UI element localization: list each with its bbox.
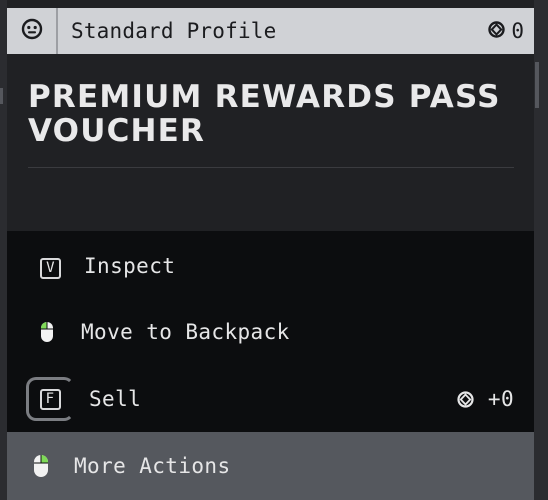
scrollbar-thumb[interactable]: [535, 62, 539, 108]
profile-title: Standard Profile: [71, 19, 277, 43]
action-more-actions[interactable]: More Actions: [7, 432, 534, 500]
mouse-left-click-icon: [40, 321, 54, 343]
sell-value-text: +0: [487, 387, 514, 411]
item-title: PREMIUM REWARDS PASS VOUCHER: [28, 79, 501, 149]
panel-left-edge: [0, 0, 7, 500]
profile-header: Standard Profile 0: [7, 8, 534, 54]
item-context-panel: Standard Profile 0 PREMIUM REWARDS PASS …: [0, 0, 548, 500]
action-label: More Actions: [74, 454, 231, 478]
action-label: Move to Backpack: [81, 320, 290, 344]
currency-balance: 0: [488, 19, 534, 43]
action-label: Inspect: [84, 254, 176, 278]
keycap-v: V: [40, 253, 61, 279]
sell-value: +0: [457, 387, 514, 411]
action-sell[interactable]: F Sell +0: [7, 366, 534, 432]
hold-arc: [26, 377, 74, 421]
currency-coin-icon: [457, 390, 474, 408]
currency-coin-icon: [488, 19, 506, 43]
edge-marker: [0, 88, 3, 104]
currency-value: 0: [511, 19, 524, 43]
info-button[interactable]: [7, 8, 58, 54]
info-circle-icon: [21, 18, 43, 44]
action-list: V Inspect Move to Backpack F Sell +0 Mor…: [7, 231, 534, 500]
action-move-to-backpack[interactable]: Move to Backpack: [7, 299, 534, 365]
mouse-right-click-icon: [33, 454, 49, 478]
hold-progress-ring: F: [26, 377, 74, 421]
panel-scrollbar[interactable]: [534, 0, 548, 500]
action-label: Sell: [89, 387, 142, 411]
key-v-label: V: [40, 257, 61, 279]
action-inspect[interactable]: V Inspect: [7, 233, 534, 299]
title-divider: [28, 167, 514, 168]
